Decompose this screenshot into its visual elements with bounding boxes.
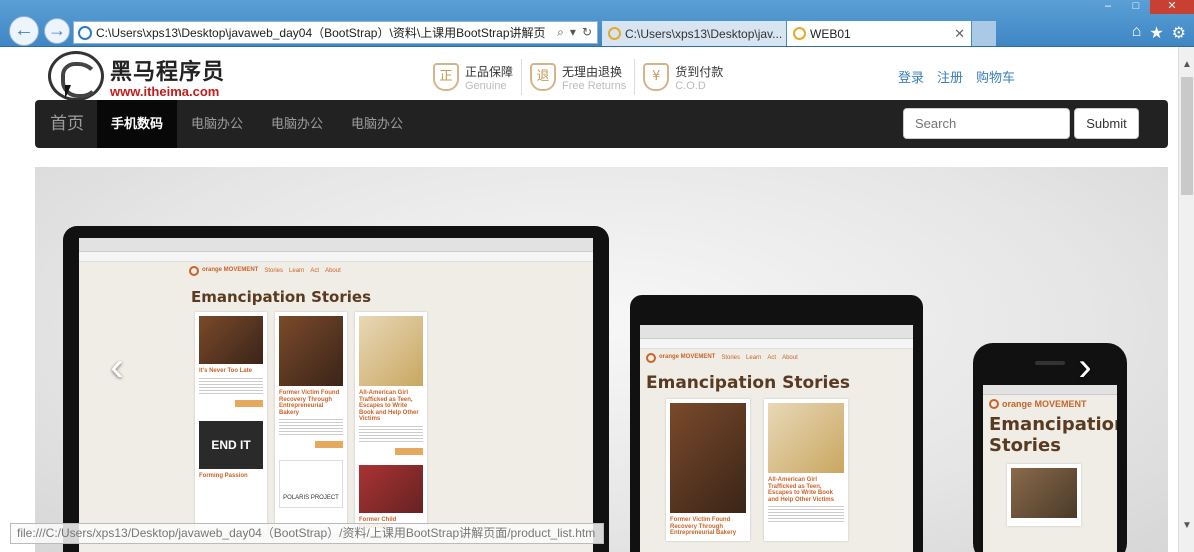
story-card: It's Never Too Late END IT Forming Passi… bbox=[195, 312, 267, 535]
badge-returns: 退 无理由退换 Free Returns bbox=[522, 59, 636, 95]
story-card: Former Victim Found Recovery Through Ent… bbox=[275, 312, 347, 535]
ie-tab-icon bbox=[793, 27, 806, 40]
vertical-scrollbar[interactable]: ▲ ▼ bbox=[1178, 47, 1194, 552]
tab-title: WEB01 bbox=[810, 26, 851, 41]
story-card: All-American Girl Trafficked as Teen, Es… bbox=[355, 312, 427, 535]
story-card: Former Victim Found Recovery Through Ent… bbox=[666, 399, 750, 541]
scrollbar-thumb[interactable] bbox=[1181, 77, 1193, 195]
maximize-button[interactable]: □ bbox=[1122, 0, 1150, 14]
carousel-next-icon[interactable]: › bbox=[1055, 317, 1115, 417]
nav-item-computers[interactable]: 电脑办公 bbox=[177, 100, 257, 148]
badge-sub: C.O.D bbox=[675, 79, 706, 92]
nav-home-link[interactable]: 首页 bbox=[50, 100, 84, 148]
minimize-button[interactable]: – bbox=[1094, 0, 1122, 14]
badge-title: 货到付款 bbox=[675, 64, 724, 79]
register-link[interactable]: 注册 bbox=[937, 67, 963, 86]
gift-icon: ¥ bbox=[643, 63, 670, 91]
status-bar-url: file:///C:/Users/xps13/Desktop/javaweb_d… bbox=[10, 523, 604, 544]
badge-title: 正品保障 bbox=[465, 64, 514, 79]
hero-carousel: orange MOVEMENT Stories Learn Act About … bbox=[35, 167, 1168, 552]
search-icon[interactable]: ⌕ bbox=[557, 25, 564, 40]
service-badges: 正 正品保障 Genuine 退 无理由退换 Free Returns ¥ 货到… bbox=[425, 59, 731, 95]
cart-link[interactable]: 购物车 bbox=[976, 67, 1015, 86]
nav-item-computers[interactable]: 电脑办公 bbox=[337, 100, 417, 148]
slide-heading: Emancipation Stories bbox=[191, 288, 372, 306]
slide-heading: Emancipation Stories bbox=[646, 373, 851, 393]
badge-title: 无理由退换 bbox=[562, 64, 623, 79]
tablet-mockup: orange MOVEMENT Stories Learn Act About … bbox=[630, 295, 923, 552]
tablet-screen: orange MOVEMENT Stories Learn Act About … bbox=[640, 325, 913, 552]
logo-name: 黑马程序员 bbox=[110, 59, 226, 85]
close-tab-icon[interactable]: ✕ bbox=[954, 26, 965, 42]
main-navbar: 首页 手机数码 电脑办公 电脑办公 电脑办公 Submit bbox=[35, 100, 1168, 148]
tab-local-file[interactable]: C:\Users\xps13\Desktop\jav... bbox=[602, 21, 786, 46]
browser-chrome: – □ ✕ ← → C:\Users\xps13\Desktop\javaweb… bbox=[0, 0, 1194, 47]
scroll-up-icon[interactable]: ▲ bbox=[1179, 57, 1194, 73]
favorites-icon[interactable]: ★ bbox=[1149, 23, 1163, 43]
shield-icon: 正 bbox=[433, 63, 459, 91]
nav-item-phones[interactable]: 手机数码 bbox=[97, 100, 178, 148]
shield-icon: 退 bbox=[530, 63, 557, 91]
address-bar[interactable]: C:\Users\xps13\Desktop\javaweb_day04（Boo… bbox=[73, 21, 598, 44]
carousel-prev-icon[interactable]: ‹ bbox=[87, 317, 147, 417]
dropdown-icon[interactable]: ▾ bbox=[570, 25, 576, 40]
logo-url: www.itheima.com bbox=[110, 83, 220, 99]
home-icon[interactable]: ⌂ bbox=[1132, 23, 1142, 43]
close-window-button[interactable]: ✕ bbox=[1150, 0, 1194, 14]
user-links: 登录 注册 购物车 bbox=[898, 67, 1015, 86]
scroll-down-icon[interactable]: ▼ bbox=[1179, 518, 1194, 534]
badge-sub: Free Returns bbox=[562, 79, 627, 92]
forward-button[interactable]: → bbox=[44, 18, 70, 44]
slide-heading: Emancipation Stories bbox=[989, 414, 1117, 456]
window-controls: – □ ✕ bbox=[1094, 0, 1194, 14]
tab-web01[interactable]: WEB01 ✕ bbox=[787, 21, 971, 46]
new-tab-button[interactable] bbox=[972, 21, 996, 46]
badge-cod: ¥ 货到付款 C.O.D bbox=[635, 59, 731, 95]
address-text[interactable]: C:\Users\xps13\Desktop\javaweb_day04（Boo… bbox=[96, 24, 552, 41]
tab-title: C:\Users\xps13\Desktop\jav... bbox=[625, 26, 783, 41]
login-link[interactable]: 登录 bbox=[898, 67, 924, 86]
orange-movement-logo: orange MOVEMENT bbox=[646, 353, 715, 363]
settings-icon[interactable]: ⚙ bbox=[1172, 23, 1186, 43]
search-input[interactable] bbox=[903, 108, 1070, 139]
story-card: All-American Girl Trafficked as Teen, Es… bbox=[764, 399, 848, 541]
refresh-icon[interactable]: ↻ bbox=[582, 25, 592, 40]
page-viewport: 黑马程序员 www.itheima.com 正 正品保障 Genuine 退 无… bbox=[0, 47, 1178, 552]
story-card bbox=[1007, 464, 1081, 527]
orange-movement-logo: orange MOVEMENT bbox=[189, 266, 258, 276]
badge-sub: Genuine bbox=[465, 79, 507, 92]
nav-item-computers[interactable]: 电脑办公 bbox=[257, 100, 337, 148]
back-button[interactable]: ← bbox=[9, 16, 39, 46]
mouse-cursor-icon bbox=[65, 85, 77, 99]
ie-page-icon bbox=[78, 25, 92, 40]
badge-genuine: 正 正品保障 Genuine bbox=[425, 59, 523, 95]
submit-button[interactable]: Submit bbox=[1074, 108, 1139, 139]
ie-tab-icon bbox=[608, 27, 621, 40]
laptop-screen: orange MOVEMENT Stories Learn Act About … bbox=[79, 238, 593, 552]
